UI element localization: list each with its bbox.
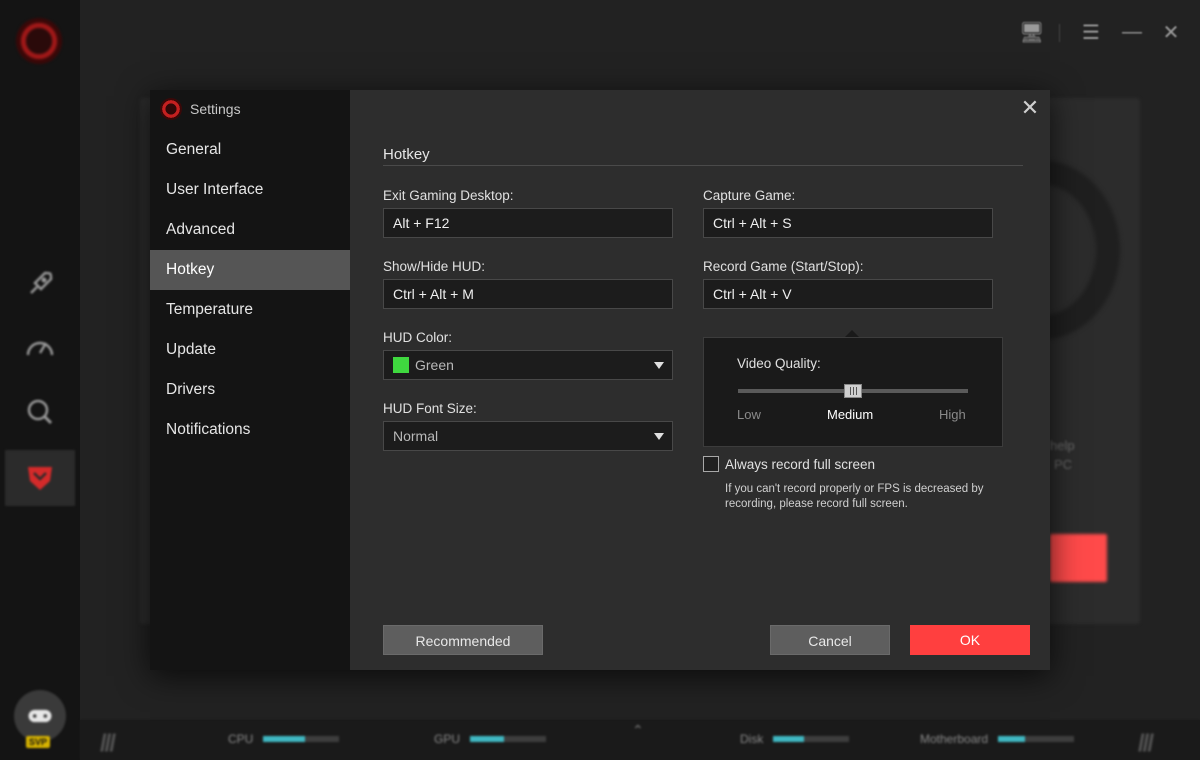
app-logo-icon [160,98,182,120]
gpu-stat: GPU [434,732,547,746]
section-title: Hotkey [383,146,430,163]
window-close-icon[interactable]: ✕ [1162,20,1180,45]
background-action-button[interactable] [1050,534,1107,582]
quality-tick-low: Low [737,407,761,422]
cpu-stat: CPU [228,732,340,746]
dialog-title: Settings [190,101,241,117]
search-scan-icon[interactable] [0,384,80,440]
stat-bar-fill [773,736,804,742]
disk-stat: Disk [740,732,850,746]
cancel-button[interactable]: Cancel [770,625,890,655]
nav-item-temperature[interactable]: Temperature [150,290,350,330]
hud-font-size-label: HUD Font Size: [383,401,477,416]
app-logo [16,18,62,64]
motherboard-stat: Motherboard [920,732,1075,746]
hud-font-size-select[interactable]: Normal [383,421,673,451]
capture-game-input[interactable] [703,208,993,238]
stripes-decoration: /// [100,730,116,757]
status-bar: /// CPU GPU ⌃ Disk Motherboard /// [80,720,1200,760]
stat-bar [998,736,1075,742]
capture-game-label: Capture Game: [703,188,796,203]
hud-color-label: HUD Color: [383,330,453,345]
speedometer-icon[interactable] [0,320,80,376]
nav-list: General User Interface Advanced Hotkey T… [150,130,350,450]
stat-bar [773,736,850,742]
stat-label: Disk [740,732,764,746]
divider [383,165,1023,166]
nav-item-update[interactable]: Update [150,330,350,370]
background-text: help [1050,438,1075,453]
separator [1059,23,1060,42]
color-swatch [393,357,409,373]
stat-bar [263,736,340,742]
window-controls: 🖥 ☰ — ✕ [1019,20,1180,45]
stat-bar [470,736,547,742]
slider-thumb[interactable] [844,384,862,398]
minimize-icon[interactable]: — [1122,21,1142,44]
exit-gaming-desktop-input[interactable] [383,208,673,238]
dialog-header: Settings [160,98,241,120]
display-icon[interactable]: 🖥 [1019,20,1044,45]
always-record-full-screen-label: Always record full screen [725,457,876,472]
hud-font-size-value: Normal [393,428,439,444]
gamepad-icon [28,709,52,723]
rocket-icon[interactable] [0,256,80,312]
nav-item-notifications[interactable]: Notifications [150,410,350,450]
close-icon[interactable]: ✕ [1020,97,1040,119]
dropdown-caret-icon [654,362,664,369]
quality-tick-medium: Medium [827,407,874,422]
hud-color-value: Green [415,357,454,373]
shield-icon[interactable] [5,450,75,506]
gamer-profile-avatar[interactable]: SVP [14,690,66,748]
stat-label: CPU [228,732,254,746]
ok-button[interactable]: OK [910,625,1030,655]
recommended-button[interactable]: Recommended [383,625,543,655]
settings-dialog: Settings General User Interface Advanced… [150,90,1050,670]
background-text: PC [1054,457,1073,472]
video-quality-label: Video Quality: [737,356,821,371]
stat-bar-fill [998,736,1025,742]
nav-item-hotkey[interactable]: Hotkey [150,250,350,290]
stat-label: Motherboard [920,732,989,746]
stat-bar-fill [263,736,306,742]
stripes-decoration: /// [1138,730,1154,757]
settings-nav: Settings General User Interface Advanced… [150,90,350,670]
nav-item-advanced[interactable]: Advanced [150,210,350,250]
record-game-input[interactable] [703,279,993,309]
stat-label: GPU [434,732,461,746]
stat-bar-fill [470,736,505,742]
svp-badge: SVP [26,736,51,748]
quality-tick-high: High [939,407,966,422]
video-quality-panel: Video Quality: Low Medium High [703,337,1003,447]
show-hide-hud-label: Show/Hide HUD: [383,259,486,274]
menu-icon[interactable]: ☰ [1082,20,1100,45]
show-hide-hud-input[interactable] [383,279,673,309]
record-game-label: Record Game (Start/Stop): [703,259,864,274]
nav-item-general[interactable]: General [150,130,350,170]
dropdown-caret-icon [654,433,664,440]
nav-item-drivers[interactable]: Drivers [150,370,350,410]
hud-color-select[interactable]: Green [383,350,673,380]
app-sidebar: SVP [0,0,80,760]
video-quality-slider[interactable] [738,384,968,398]
record-hint-text: If you can't record properly or FPS is d… [725,483,984,510]
always-record-full-screen-checkbox[interactable] [703,456,719,472]
exit-gaming-desktop-label: Exit Gaming Desktop: [383,188,514,203]
nav-item-user-interface[interactable]: User Interface [150,170,350,210]
chevron-up-icon[interactable]: ⌃ [632,722,644,739]
